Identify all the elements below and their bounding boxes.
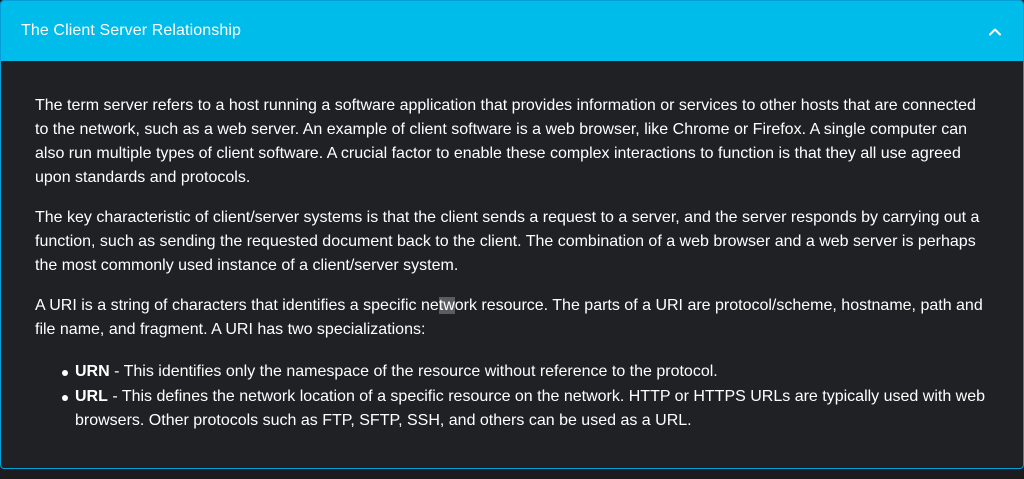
term-url: URL <box>75 388 108 405</box>
uri-text-start: A URI is a string of characters that ide… <box>35 297 439 314</box>
accordion-content: The term server refers to a host running… <box>1 61 1023 433</box>
accordion-title: The Client Server Relationship <box>21 22 241 39</box>
accordion-header[interactable]: The Client Server Relationship <box>1 1 1023 61</box>
text-selection-highlight: tw <box>438 297 455 314</box>
uri-specializations-list: URN - This identifies only the namespace… <box>35 360 993 433</box>
term-urn: URN <box>75 363 110 380</box>
paragraph-client-server-characteristic: The key characteristic of client/server … <box>35 209 980 274</box>
list-item-urn: URN - This identifies only the namespace… <box>62 360 993 384</box>
paragraph-server-definition: The term server refers to a host running… <box>35 97 976 186</box>
accordion-panel: The Client Server Relationship The term … <box>0 0 1024 469</box>
chevron-up-icon[interactable] <box>987 23 1003 39</box>
urn-description: - This identifies only the namespace of … <box>109 363 718 380</box>
url-description: - This defines the network location of a… <box>75 388 986 429</box>
list-item-url: URL - This defines the network location … <box>62 385 993 433</box>
paragraph-uri-definition: A URI is a string of characters that ide… <box>35 294 993 342</box>
